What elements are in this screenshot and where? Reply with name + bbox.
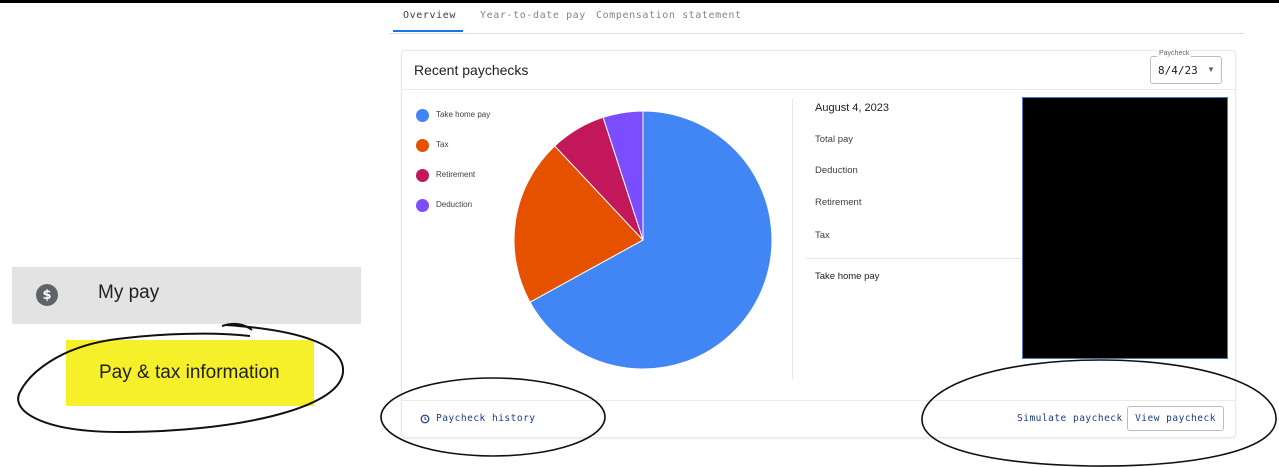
recent-paychecks-card: Recent paychecks Paycheck 8/4/23 ▼ Take … [401,50,1236,438]
sidebar-item-my-pay[interactable]: $ My pay [12,267,361,324]
divider [402,89,1235,90]
paycheck-select-label: Paycheck [1157,50,1192,57]
active-tab-indicator [393,30,463,32]
sidebar-item-label: Pay & tax information [99,362,280,383]
paycheck-select-value: 8/4/23 [1158,64,1198,77]
dollar-coin-icon: $ [36,284,58,306]
card-title: Recent paychecks [414,62,529,78]
paycheck-history-button[interactable]: Paycheck history [420,413,536,424]
paycheck-pie-chart [512,109,774,371]
legend-label: Retirement [436,170,476,179]
detail-take-home-pay: Take home pay [815,271,880,282]
pie-svg [513,110,773,370]
view-paycheck-button[interactable]: View paycheck [1127,406,1224,431]
legend-swatch [416,169,429,182]
legend-label: Tax [436,140,449,149]
legend-label: Deduction [436,200,473,209]
tab-compensation-statement[interactable]: Compensation statement [596,10,742,21]
legend-swatch [416,109,429,122]
detail-retirement: Retirement [815,197,862,208]
sidebar-item-pay-tax-information[interactable]: Pay & tax information [66,340,314,406]
legend-swatch [416,139,429,152]
vertical-divider [792,99,793,379]
tab-overview[interactable]: Overview [403,10,456,21]
paycheck-history-label: Paycheck history [436,413,536,424]
legend-label: Take home pay [436,110,491,119]
detail-deduction: Deduction [815,165,858,176]
caret-down-icon: ▼ [1207,65,1215,74]
tab-bar: Overview Year-to-date pay Compensation s… [389,0,1244,34]
paycheck-select[interactable]: Paycheck 8/4/23 ▼ [1150,50,1222,84]
divider [402,400,1235,401]
redacted-amounts [1022,97,1228,359]
detail-total-pay: Total pay [815,134,854,145]
divider [806,258,1024,259]
sidebar-item-label: My pay [98,282,160,303]
simulate-paycheck-button[interactable]: Simulate paycheck [1017,413,1123,424]
paycheck-date: August 4, 2023 [815,102,890,114]
detail-tax: Tax [815,230,830,241]
history-icon [420,414,430,423]
tab-year-to-date-pay[interactable]: Year-to-date pay [480,10,586,21]
legend-swatch [416,199,429,212]
